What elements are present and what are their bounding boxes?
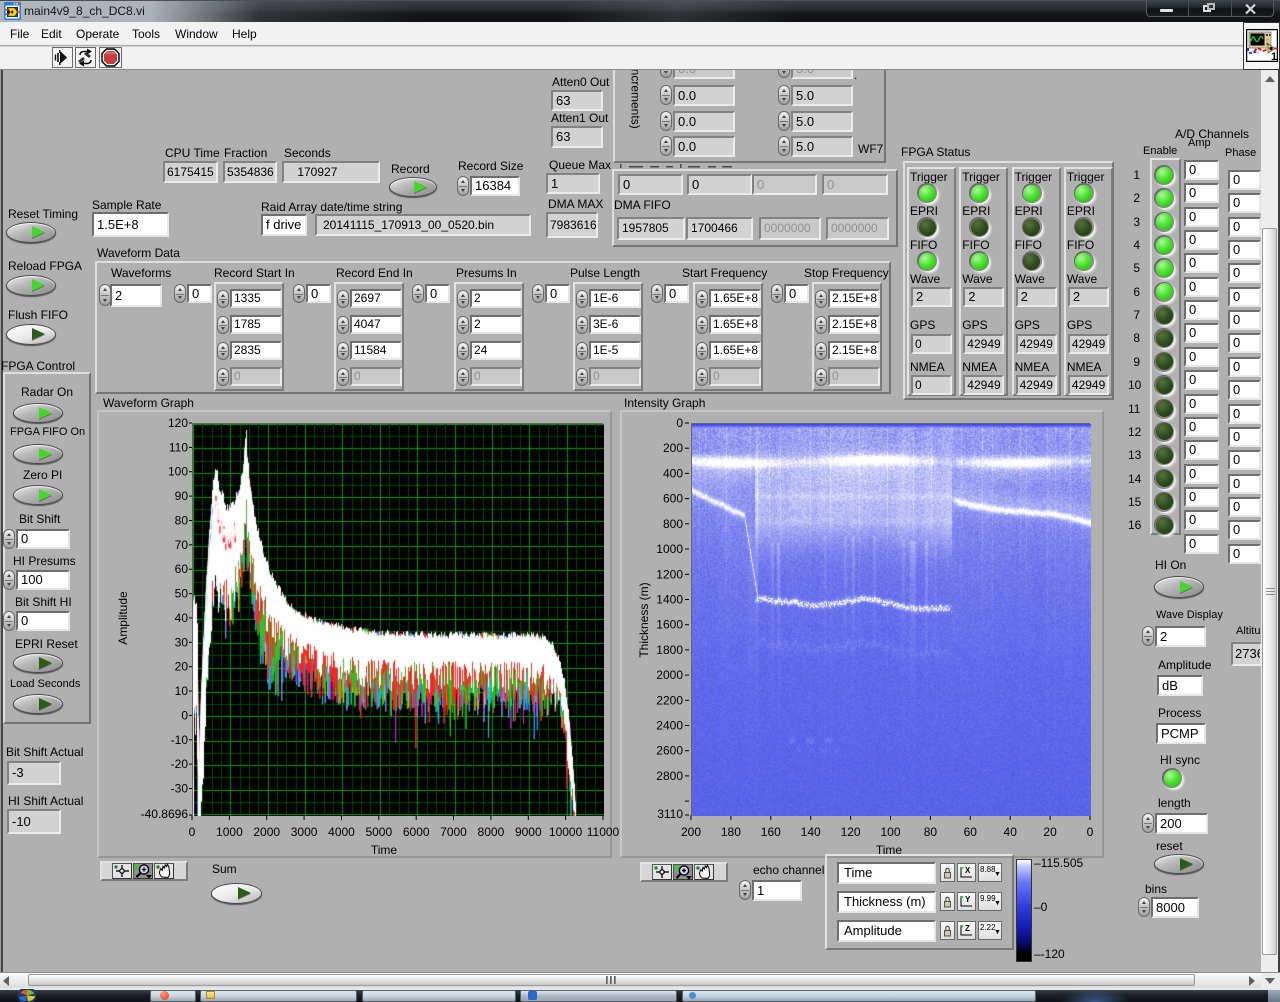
svg-text:80: 80: [924, 825, 938, 839]
svg-text:1600: 1600: [656, 618, 683, 632]
svg-text:200: 200: [681, 825, 701, 839]
svg-text:60: 60: [175, 562, 189, 576]
svg-text:140: 140: [801, 825, 821, 839]
svg-text:2600: 2600: [656, 744, 683, 758]
svg-text:600: 600: [663, 492, 683, 506]
svg-text:0: 0: [181, 708, 188, 722]
svg-text:0: 0: [676, 416, 683, 430]
svg-text:Thickness (m): Thickness (m): [637, 582, 651, 657]
svg-text:Amplitude: Amplitude: [116, 591, 130, 645]
svg-text:-30: -30: [171, 782, 189, 796]
svg-text:2800: 2800: [656, 769, 683, 783]
svg-text:30: 30: [175, 635, 189, 649]
svg-text:Time: Time: [371, 843, 398, 857]
svg-text:80: 80: [175, 514, 189, 528]
svg-text:200: 200: [663, 441, 683, 455]
svg-text:11000: 11000: [587, 825, 620, 839]
svg-text:-20: -20: [171, 757, 189, 771]
svg-text:100: 100: [880, 825, 900, 839]
svg-text:X: X: [965, 866, 971, 875]
svg-text:400: 400: [663, 466, 683, 480]
svg-text:1200: 1200: [656, 567, 683, 581]
svg-text:2000: 2000: [253, 825, 280, 839]
svg-text:1800: 1800: [656, 643, 683, 657]
svg-text:100: 100: [168, 465, 188, 479]
svg-text:2000: 2000: [656, 668, 683, 682]
svg-text:1: 1: [1271, 51, 1277, 62]
svg-text:1000: 1000: [216, 825, 243, 839]
svg-text:20: 20: [175, 660, 189, 674]
svg-text:50: 50: [175, 587, 189, 601]
svg-text:120: 120: [841, 825, 861, 839]
svg-text:6000: 6000: [403, 825, 430, 839]
svg-text:8000: 8000: [478, 825, 505, 839]
svg-text:-10: -10: [171, 733, 189, 747]
svg-text:110: 110: [169, 440, 188, 454]
svg-text:Y: Y: [965, 895, 971, 904]
svg-text:20: 20: [1043, 825, 1057, 839]
svg-text:1400: 1400: [656, 593, 683, 607]
svg-text:120: 120: [168, 416, 188, 430]
svg-text:10000: 10000: [549, 825, 583, 839]
svg-text:4000: 4000: [328, 825, 355, 839]
svg-text:40: 40: [1004, 825, 1018, 839]
svg-text:1000: 1000: [656, 542, 683, 556]
svg-text:160: 160: [761, 825, 781, 839]
svg-text:800: 800: [663, 517, 683, 531]
svg-text:9000: 9000: [515, 825, 542, 839]
svg-text:10: 10: [175, 684, 189, 698]
svg-text:7000: 7000: [440, 825, 467, 839]
svg-text:2400: 2400: [656, 719, 683, 733]
svg-text:180: 180: [721, 825, 741, 839]
svg-text:5000: 5000: [365, 825, 392, 839]
svg-text:40: 40: [175, 611, 189, 625]
svg-text:3110: 3110: [657, 807, 683, 821]
svg-text:0: 0: [1087, 825, 1094, 839]
svg-text:3000: 3000: [291, 825, 318, 839]
svg-text:90: 90: [175, 489, 189, 503]
svg-text:0: 0: [189, 825, 196, 839]
svg-text:2200: 2200: [656, 693, 683, 707]
svg-text:60: 60: [964, 825, 978, 839]
svg-text:70: 70: [175, 538, 189, 552]
svg-text:Z: Z: [965, 924, 970, 933]
svg-text:-40.8696: -40.8696: [141, 807, 189, 821]
